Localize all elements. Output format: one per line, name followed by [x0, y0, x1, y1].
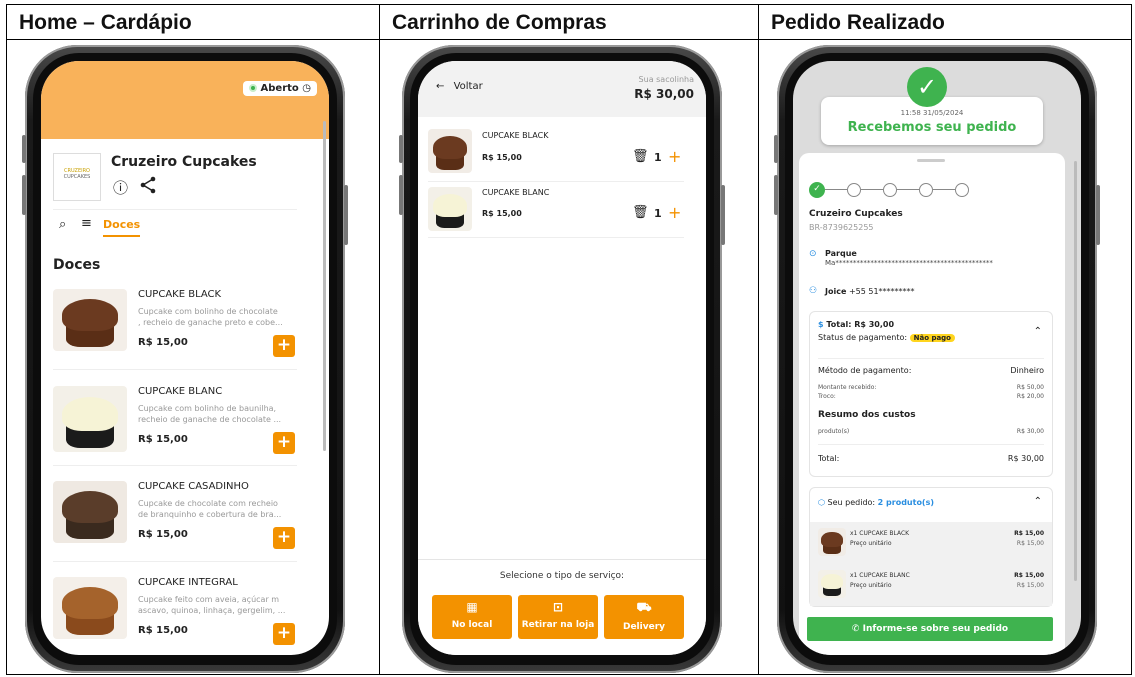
- column-order: Pedido Realizado ✓ 11:58 31/05/2024 Rece…: [759, 5, 1131, 674]
- back-button[interactable]: ← Voltar: [436, 81, 483, 92]
- user-icon: ⚇: [809, 286, 818, 296]
- phone-order: ✓ 11:58 31/05/2024 Recebemos seu pedido …: [774, 45, 1100, 673]
- cart-screen: ← Voltar Sua sacolinha R$ 30,00 CUPCAKE …: [418, 61, 706, 655]
- column-cart: Carrinho de Compras ← Voltar Sua sacolin…: [380, 5, 759, 674]
- order-id: BR-8739625255: [809, 223, 874, 232]
- arrow-left-icon: ←: [436, 81, 445, 92]
- column-title: Home – Cardápio: [7, 5, 379, 40]
- add-button[interactable]: +: [273, 335, 295, 357]
- product-price: R$ 15,00: [138, 625, 188, 636]
- cart-item-name: CUPCAKE BLANC: [482, 188, 550, 197]
- product-image[interactable]: [53, 386, 127, 452]
- product-name[interactable]: CUPCAKE CASADINHO: [138, 481, 249, 492]
- order-item-image: [818, 528, 846, 556]
- product-name[interactable]: CUPCAKE BLACK: [138, 289, 221, 300]
- store-name: Cruzeiro Cupcakes: [809, 209, 903, 219]
- bag-total: R$ 30,00: [634, 87, 694, 101]
- order-item-image: [818, 570, 846, 598]
- check-icon: ✓: [907, 67, 947, 107]
- scrollbar[interactable]: [1074, 161, 1077, 581]
- product-image[interactable]: [53, 289, 127, 351]
- phone-home: Aberto ◷ CRUZEIRO CUPCAKES Cruzeiro Cupc…: [22, 45, 348, 673]
- whatsapp-icon: ✆: [851, 624, 860, 634]
- service-no-local[interactable]: ▦ No local: [432, 595, 512, 639]
- cart-item-price: R$ 15,00: [482, 209, 522, 218]
- cart-item-image: [428, 187, 472, 231]
- bag-label: Sua sacolinha: [638, 75, 694, 84]
- comparison-table: Home – Cardápio Aberto ◷ CRUZEIRO CUPCAK…: [6, 4, 1132, 675]
- share-icon[interactable]: [139, 176, 157, 194]
- trash-icon[interactable]: 🗑: [632, 149, 649, 164]
- order-items-panel: ⬡ Seu pedido: 2 produto(s) ⌃ x1 CUPCAKE …: [809, 487, 1053, 607]
- scrollbar[interactable]: [323, 121, 326, 451]
- location-icon: ⊙: [809, 249, 817, 259]
- service-delivery[interactable]: ⛟ Delivery: [604, 595, 684, 639]
- cart-item-price: R$ 15,00: [482, 153, 522, 162]
- scooter-icon: ⛟: [636, 600, 652, 614]
- tab-doces[interactable]: Doces: [103, 218, 141, 237]
- chevron-up-icon[interactable]: ⌃: [1034, 326, 1042, 337]
- chevron-up-icon[interactable]: ⌃: [1034, 496, 1042, 507]
- search-icon[interactable]: ⌕: [59, 217, 66, 232]
- cart-item-name: CUPCAKE BLACK: [482, 131, 549, 140]
- info-icon[interactable]: ⓘ: [113, 177, 128, 198]
- quantity: 1: [654, 151, 662, 164]
- column-home: Home – Cardápio Aberto ◷ CRUZEIRO CUPCAK…: [7, 5, 380, 674]
- product-name[interactable]: CUPCAKE INTEGRAL: [138, 577, 238, 588]
- product-price: R$ 15,00: [138, 434, 188, 445]
- store-icon: ▦: [466, 600, 478, 614]
- phone-cart: ← Voltar Sua sacolinha R$ 30,00 CUPCAKE …: [399, 45, 725, 673]
- trash-icon[interactable]: 🗑: [632, 205, 649, 220]
- status-badge: Aberto ◷: [243, 81, 317, 96]
- add-button[interactable]: +: [273, 623, 295, 645]
- menu-icon[interactable]: ≡: [81, 216, 92, 231]
- payment-panel: $ Total: R$ 30,00 Status de pagamento: N…: [809, 311, 1053, 477]
- product-price: R$ 15,00: [138, 337, 188, 348]
- column-title: Carrinho de Compras: [380, 5, 758, 40]
- product-image[interactable]: [53, 577, 127, 639]
- box-icon: ⬡: [818, 498, 825, 507]
- product-price: R$ 15,00: [138, 529, 188, 540]
- add-button[interactable]: +: [273, 527, 295, 549]
- product-image[interactable]: [53, 481, 127, 543]
- clock-icon: ◷: [302, 83, 311, 94]
- add-button[interactable]: +: [273, 432, 295, 454]
- increment-button[interactable]: +: [668, 203, 681, 222]
- service-prompt: Selecione o tipo de serviço:: [499, 571, 625, 581]
- store-banner: [41, 61, 329, 139]
- column-title: Pedido Realizado: [759, 5, 1131, 40]
- product-name[interactable]: CUPCAKE BLANC: [138, 386, 222, 397]
- quantity: 1: [654, 207, 662, 220]
- order-screen: ✓ 11:58 31/05/2024 Recebemos seu pedido …: [793, 61, 1081, 655]
- increment-button[interactable]: +: [668, 147, 681, 166]
- section-title: Doces: [53, 257, 101, 273]
- store-name: Cruzeiro Cupcakes: [111, 154, 257, 170]
- service-pickup[interactable]: ⊡ Retirar na loja: [518, 595, 598, 639]
- info-button[interactable]: ✆ Informe-se sobre seu pedido: [807, 617, 1053, 641]
- cart-item-image: [428, 129, 472, 173]
- open-dot-icon: [249, 84, 258, 92]
- bag-icon: ⊡: [552, 600, 564, 614]
- store-logo: CRUZEIRO CUPCAKES: [53, 153, 101, 201]
- dollar-icon: $: [818, 320, 824, 329]
- home-screen: Aberto ◷ CRUZEIRO CUPCAKES Cruzeiro Cupc…: [41, 61, 329, 655]
- customer: Joice +55 51*********: [825, 287, 915, 296]
- payment-status-badge: Não pago: [909, 334, 955, 342]
- progress-steps: ✓: [809, 179, 969, 198]
